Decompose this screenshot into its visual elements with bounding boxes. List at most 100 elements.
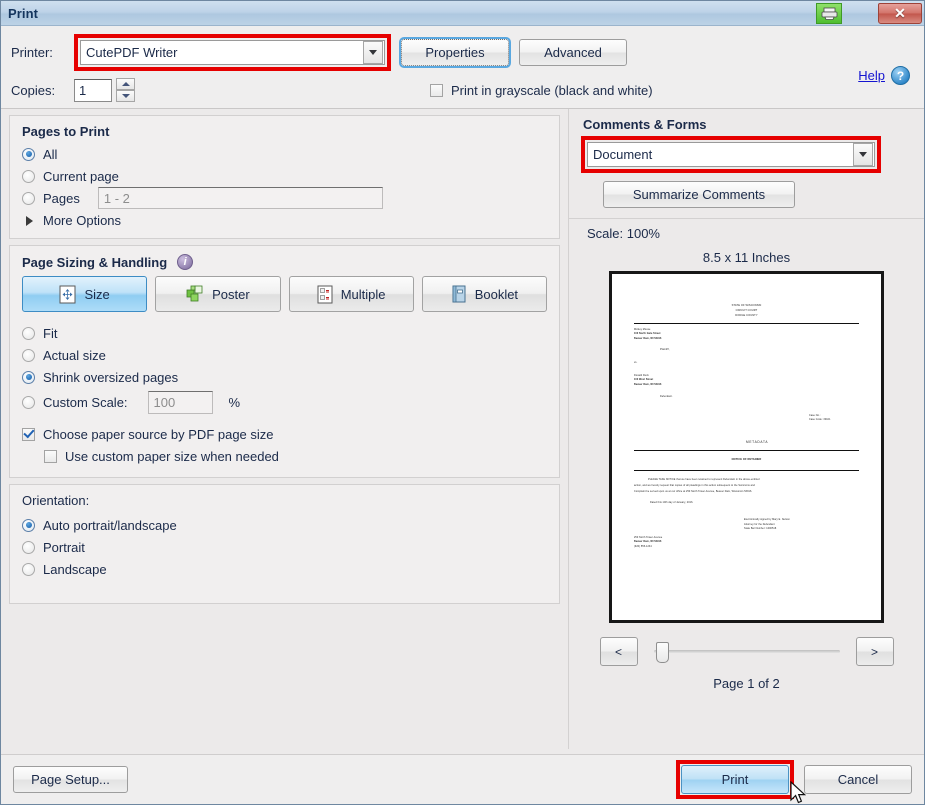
custom-scale-input[interactable]: 100 — [147, 390, 213, 414]
plaintiff-addr-2: Beaver Dam, WI 53916 — [634, 336, 662, 340]
radio-all-indicator[interactable] — [22, 147, 35, 161]
radio-auto-orientation-indicator[interactable] — [22, 518, 35, 532]
help-label[interactable]: Help — [858, 68, 885, 83]
radio-pages-indicator[interactable] — [22, 191, 35, 205]
orientation-group: Orientation: Auto portrait/landscape Por… — [9, 484, 560, 604]
printer-icon — [816, 3, 842, 24]
page-slider[interactable] — [653, 641, 840, 663]
preview-sheet[interactable]: STATE OF WISCONSIN CIRCUIT COURT DODGE C… — [609, 271, 884, 623]
chevron-down-icon[interactable] — [363, 41, 383, 64]
defendant-label: Defendant. — [660, 395, 673, 399]
properties-button[interactable]: Properties — [399, 37, 511, 68]
radio-portrait-indicator[interactable] — [22, 540, 35, 554]
radio-current-page-indicator[interactable] — [22, 169, 35, 183]
copies-increment[interactable] — [116, 78, 135, 90]
dated-line: Dated this 10th day of January, 2016. — [650, 501, 694, 505]
printer-select-value: CutePDF Writer — [86, 45, 178, 60]
radio-fit-label: Fit — [43, 325, 58, 341]
more-options-toggle[interactable]: More Options — [26, 213, 547, 228]
next-page-button[interactable]: > — [855, 637, 894, 666]
radio-custom-scale-label: Custom Scale: — [43, 394, 128, 410]
radio-landscape-indicator[interactable] — [22, 562, 35, 576]
court-header: STATE OF WISCONSIN CIRCUIT COURT DODGE C… — [634, 304, 859, 319]
radio-shrink-oversized[interactable]: Shrink oversized pages — [22, 366, 547, 388]
radio-portrait[interactable]: Portrait — [22, 536, 547, 558]
vs-label: vs. — [634, 361, 638, 365]
comments-forms-highlight-box: Document — [581, 136, 881, 173]
comments-forms-select-value: Document — [593, 147, 653, 162]
checkbox-choose-paper-source-label: Choose paper source by PDF page size — [43, 426, 274, 442]
multiple-button[interactable]: Multiple — [288, 276, 414, 312]
defendant-addr-2: Beaver Dam, WI 53916 — [634, 382, 662, 386]
page-sizing-title-text: Page Sizing & Handling — [22, 254, 168, 270]
checkbox-choose-paper-source[interactable]: Choose paper source by PDF page size — [22, 423, 547, 445]
printer-section: Printer: CutePDF Writer Properties Advan… — [1, 26, 924, 109]
help-link[interactable]: Help ? — [858, 66, 910, 85]
question-mark-icon[interactable]: ? — [891, 66, 910, 85]
print-dialog: Print ✕ Printer: CutePDF Writer Properti… — [0, 0, 925, 805]
radio-current-page[interactable]: Current page — [22, 165, 547, 187]
printer-label: Printer: — [11, 45, 53, 60]
booklet-button-label: Booklet — [474, 286, 519, 302]
cancel-button[interactable]: Cancel — [804, 765, 912, 794]
close-icon[interactable]: ✕ — [878, 3, 922, 24]
advanced-button[interactable]: Advanced — [519, 39, 627, 66]
document-title: NOTICE OF RETAINER — [731, 457, 762, 461]
comments-forms-select[interactable]: Document — [587, 142, 875, 167]
radio-custom-scale[interactable]: Custom Scale: 100 % — [22, 390, 547, 414]
printer-row: Printer: CutePDF Writer Properties Advan… — [11, 34, 914, 71]
copies-stepper[interactable] — [116, 78, 135, 102]
booklet-icon — [452, 285, 466, 303]
pages-range-input[interactable]: 1 - 2 — [97, 187, 383, 209]
dialog-body: Pages to Print All Current page Pages 1 … — [1, 109, 924, 749]
radio-auto-orientation[interactable]: Auto portrait/landscape — [22, 514, 547, 536]
checkbox-choose-paper-source-box[interactable] — [22, 427, 35, 441]
info-icon[interactable]: i — [177, 254, 194, 270]
court-header-line-3: DODGE COUNTY — [735, 313, 758, 317]
poster-button[interactable]: Poster — [155, 276, 281, 312]
radio-landscape-label: Landscape — [43, 561, 107, 577]
radio-pages[interactable]: Pages 1 - 2 — [22, 187, 547, 209]
page-slider-thumb[interactable] — [655, 641, 669, 663]
summarize-comments-button[interactable]: Summarize Comments — [603, 181, 795, 208]
caption-block: Mickey Mouse 100 North Gate Street Beave… — [634, 328, 859, 446]
previous-page-button[interactable]: < — [599, 637, 638, 666]
print-button[interactable]: Print — [681, 765, 789, 794]
printer-select[interactable]: CutePDF Writer — [80, 40, 385, 65]
radio-shrink-oversized-indicator[interactable] — [22, 370, 35, 384]
radio-landscape[interactable]: Landscape — [22, 558, 547, 580]
radio-actual-size[interactable]: Actual size — [22, 344, 547, 366]
page-preview: STATE OF WISCONSIN CIRCUIT COURT DODGE C… — [569, 271, 924, 749]
comments-forms-group: Comments & Forms Document Summarize Comm… — [569, 109, 924, 219]
grayscale-checkbox[interactable]: Print in grayscale (black and white) — [430, 79, 653, 101]
poster-tiles-icon — [186, 285, 203, 302]
radio-fit-indicator[interactable] — [22, 326, 35, 340]
grayscale-checkbox-box[interactable] — [430, 83, 443, 97]
divider-top — [634, 322, 859, 324]
page-slider-track — [653, 649, 840, 653]
firm-address-3: (920) 555-1234 — [634, 544, 652, 548]
body-line-3: Complaint be served upon us at our offic… — [634, 490, 753, 494]
scale-label: Scale: 100% — [587, 226, 660, 241]
radio-actual-size-label: Actual size — [43, 347, 106, 363]
page-setup-button[interactable]: Page Setup... — [13, 766, 128, 793]
pages-to-print-title: Pages to Print — [22, 124, 110, 139]
divider-mid-bottom — [634, 469, 859, 471]
copies-input[interactable]: 1 — [74, 78, 112, 102]
checkbox-use-custom-paper[interactable]: Use custom paper size when needed — [44, 445, 547, 467]
page-nav-row: < > — [599, 623, 894, 666]
plaintiff-label: Plaintiff, — [660, 348, 670, 352]
chevron-right-icon — [26, 215, 33, 226]
radio-custom-scale-indicator[interactable] — [22, 395, 35, 409]
radio-fit[interactable]: Fit — [22, 322, 547, 344]
radio-pages-label: Pages — [43, 190, 80, 206]
size-button[interactable]: Size — [22, 276, 148, 312]
copies-decrement[interactable] — [116, 90, 135, 102]
radio-actual-size-indicator[interactable] — [22, 348, 35, 362]
case-code: Case Code: 30101 — [809, 418, 831, 422]
chevron-down-icon-comments[interactable] — [853, 143, 873, 166]
checkbox-use-custom-paper-box[interactable] — [44, 449, 57, 463]
copies-row: Copies: 1 Print in grayscale (black and … — [11, 78, 914, 102]
radio-all[interactable]: All — [22, 143, 547, 165]
booklet-button[interactable]: Booklet — [421, 276, 547, 312]
